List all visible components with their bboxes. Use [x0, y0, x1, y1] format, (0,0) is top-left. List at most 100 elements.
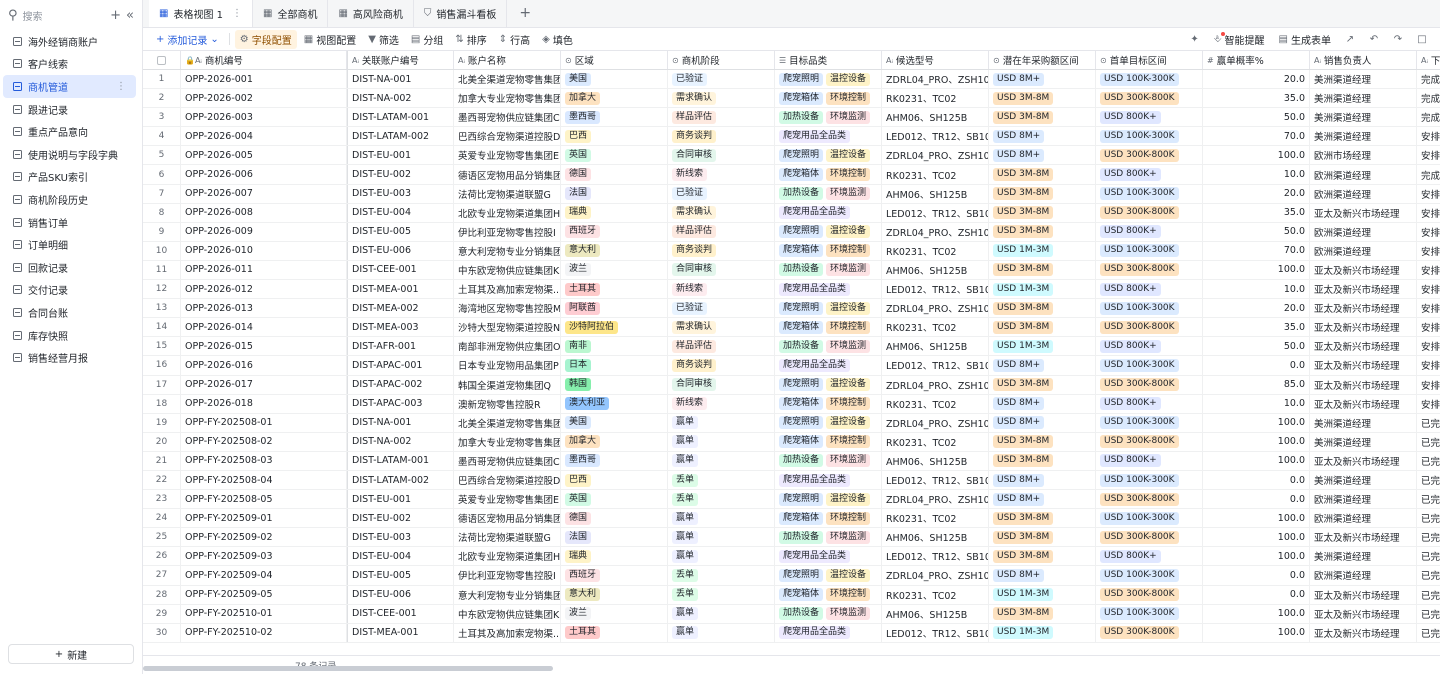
sidebar-item[interactable]: 订单明细 — [3, 233, 136, 256]
cell-win-probability[interactable]: 50.0 — [1203, 222, 1310, 241]
cell-stage[interactable]: 赢单 — [668, 413, 775, 432]
cell-account-id[interactable]: DIST-NA-001 — [347, 413, 454, 432]
column-header[interactable]: ⊙ 商机阶段 — [668, 51, 775, 69]
table-row[interactable]: 23 OPP-FY-202508-05 DIST-EU-001 英爱专业宠物零售集团E… — [143, 490, 1440, 510]
cell-owner[interactable]: 亚太及新兴市场经理 — [1310, 585, 1417, 604]
table-row[interactable]: 7 OPP-2026-007 DIST-EU-003 法荷比宠物渠道联盟G 法国 已验证 加… — [143, 184, 1440, 204]
cell-model[interactable]: RK0231、TC02 — [882, 432, 989, 451]
cell-annual-purchase[interactable]: USD 1M-3M — [989, 337, 1096, 356]
cell-model[interactable]: RK0231、TC02 — [882, 509, 989, 528]
cell-account-id[interactable]: DIST-NA-001 — [347, 70, 454, 89]
cell-next[interactable]: 安排 — [1417, 395, 1440, 413]
cell-next[interactable]: 已完 — [1417, 624, 1440, 642]
cell-region[interactable]: 土耳其 — [561, 623, 668, 642]
table-row[interactable]: 4 OPP-2026-004 DIST-LATAM-002 巴西综合宠物渠道控股D 巴西… — [143, 127, 1440, 147]
cell-annual-purchase[interactable]: USD 3M-8M — [989, 203, 1096, 222]
cell-region[interactable]: 德国 — [561, 509, 668, 528]
cell-account-id[interactable]: DIST-APAC-002 — [347, 375, 454, 394]
cell-account-id[interactable]: DIST-EU-001 — [347, 490, 454, 509]
cell-account-name[interactable]: 中东欧宠物供应链集团K — [454, 260, 561, 280]
cell-next[interactable]: 安排 — [1417, 223, 1440, 241]
cell-next[interactable]: 安排 — [1417, 242, 1440, 260]
cell-model[interactable]: RK0231、TC02 — [882, 318, 989, 337]
cell-stage[interactable]: 合同审核 — [668, 375, 775, 394]
sparkle-icon[interactable]: ✦ — [1185, 34, 1205, 45]
cell-category[interactable]: 加热设备 环境监测 — [775, 337, 882, 356]
cell-first-order[interactable]: USD 300K-800K — [1096, 260, 1203, 280]
view-config-button[interactable]: ▦ 视图配置 — [299, 30, 361, 49]
cell-stage[interactable]: 商务谈判 — [668, 127, 775, 146]
cell-win-probability[interactable]: 10.0 — [1203, 165, 1310, 184]
cell-account-name[interactable]: 英爱专业宠物零售集团E — [454, 490, 561, 509]
column-header[interactable]: Aᵢ 销售负责人 — [1310, 51, 1417, 69]
comment-icon[interactable]: □ — [1412, 34, 1432, 45]
cell-region[interactable]: 德国 — [561, 165, 668, 184]
cell-next[interactable]: 完成 — [1417, 89, 1440, 107]
cell-win-probability[interactable]: 100.0 — [1203, 146, 1310, 165]
cell-next[interactable]: 已完 — [1417, 433, 1440, 451]
cell-model[interactable]: ZDRL04_PRO、ZSH105... — [882, 299, 989, 318]
cell-owner[interactable]: 亚太及新兴市场经理 — [1310, 604, 1417, 623]
cell-annual-purchase[interactable]: USD 8M+ — [989, 70, 1096, 89]
cell-opportunity-id[interactable]: OPP-2026-001 — [181, 70, 347, 89]
table-row[interactable]: 22 OPP-FY-202508-04 DIST-LATAM-002 巴西综合宠物渠道… — [143, 470, 1440, 491]
cell-account-name[interactable]: 伊比利亚宠物零售控股I — [454, 566, 561, 585]
undo-icon[interactable]: ↶ — [1364, 34, 1384, 45]
cell-model[interactable]: AHM06、SH125B — [882, 604, 989, 623]
cell-region[interactable]: 英国 — [561, 490, 668, 509]
cell-owner[interactable]: 亚太及新兴市场经理 — [1310, 623, 1417, 642]
cell-win-probability[interactable]: 100.0 — [1203, 547, 1310, 566]
cell-region[interactable]: 英国 — [561, 146, 668, 165]
group-button[interactable]: ▤ 分组 — [406, 30, 448, 49]
cell-owner[interactable]: 美洲渠道经理 — [1310, 70, 1417, 89]
cell-region[interactable]: 阿联酋 — [561, 299, 668, 318]
cell-win-probability[interactable]: 20.0 — [1203, 70, 1310, 89]
add-view-button[interactable]: + — [507, 0, 543, 27]
cell-annual-purchase[interactable]: USD 8M+ — [989, 490, 1096, 509]
cell-account-id[interactable]: DIST-MEA-001 — [347, 280, 454, 299]
cell-model[interactable]: LED012、TR12、SB104 — [882, 203, 989, 222]
cell-model[interactable]: AHM06、SH125B — [882, 108, 989, 127]
cell-account-name[interactable]: 巴西综合宠物渠道控股D — [454, 127, 561, 146]
cell-category[interactable]: 爬宠照明 温控设备 — [775, 70, 882, 89]
cell-win-probability[interactable]: 100.0 — [1203, 260, 1310, 280]
table-row[interactable]: 14 OPP-2026-014 DIST-MEA-003 沙特大型宠物渠道控股N 沙特阿… — [143, 318, 1440, 338]
cell-model[interactable]: AHM06、SH125B — [882, 337, 989, 356]
table-row[interactable]: 11 OPP-2026-011 DIST-CEE-001 中东欧宠物供应链集团K 波兰 合… — [143, 260, 1440, 281]
cell-opportunity-id[interactable]: OPP-2026-007 — [181, 184, 347, 203]
table-row[interactable]: 20 OPP-FY-202508-02 DIST-NA-002 加拿大专业宠物零售集团… — [143, 432, 1440, 452]
cell-opportunity-id[interactable]: OPP-FY-202509-01 — [181, 509, 347, 528]
cell-account-id[interactable]: DIST-MEA-003 — [347, 318, 454, 337]
cell-first-order[interactable]: USD 100K-300K — [1096, 470, 1203, 490]
cell-model[interactable]: AHM06、SH125B — [882, 451, 989, 470]
cell-opportunity-id[interactable]: OPP-2026-009 — [181, 222, 347, 241]
cell-account-id[interactable]: DIST-EU-003 — [347, 528, 454, 547]
cell-opportunity-id[interactable]: OPP-2026-004 — [181, 127, 347, 146]
cell-region[interactable]: 南非 — [561, 337, 668, 356]
sidebar-item[interactable]: 销售经营月报 — [3, 346, 136, 369]
cell-model[interactable]: ZDRL04_PRO、ZSH105... — [882, 375, 989, 394]
cell-opportunity-id[interactable]: OPP-2026-005 — [181, 146, 347, 165]
cell-region[interactable]: 法国 — [561, 528, 668, 547]
cell-region[interactable]: 美国 — [561, 70, 668, 89]
share-icon[interactable]: ↗ — [1340, 34, 1360, 45]
cell-first-order[interactable]: USD 100K-300K — [1096, 509, 1203, 528]
cell-next[interactable]: 已完 — [1417, 414, 1440, 432]
horizontal-scrollbar[interactable] — [143, 666, 553, 671]
cell-stage[interactable]: 合同审核 — [668, 146, 775, 165]
cell-first-order[interactable]: USD 100K-300K — [1096, 566, 1203, 585]
cell-owner[interactable]: 亚太及新兴市场经理 — [1310, 394, 1417, 413]
row-height-button[interactable]: ⇕ 行高 — [494, 30, 535, 49]
cell-opportunity-id[interactable]: OPP-2026-015 — [181, 337, 347, 356]
cell-opportunity-id[interactable]: OPP-2026-002 — [181, 89, 347, 108]
table-row[interactable]: 13 OPP-2026-013 DIST-MEA-002 海湾地区宠物零售控股M 阿联酋… — [143, 299, 1440, 319]
cell-stage[interactable]: 丢单 — [668, 585, 775, 604]
cell-category[interactable]: 爬宠箱体 环境控制 — [775, 318, 882, 337]
cell-first-order[interactable]: USD 100K-300K — [1096, 356, 1203, 375]
cell-win-probability[interactable]: 35.0 — [1203, 89, 1310, 108]
cell-stage[interactable]: 需求确认 — [668, 89, 775, 108]
cell-owner[interactable]: 美洲渠道经理 — [1310, 413, 1417, 432]
cell-next[interactable]: 已完 — [1417, 586, 1440, 604]
cell-annual-purchase[interactable]: USD 8M+ — [989, 394, 1096, 413]
cell-model[interactable]: LED012、TR12、SB104 — [882, 623, 989, 642]
